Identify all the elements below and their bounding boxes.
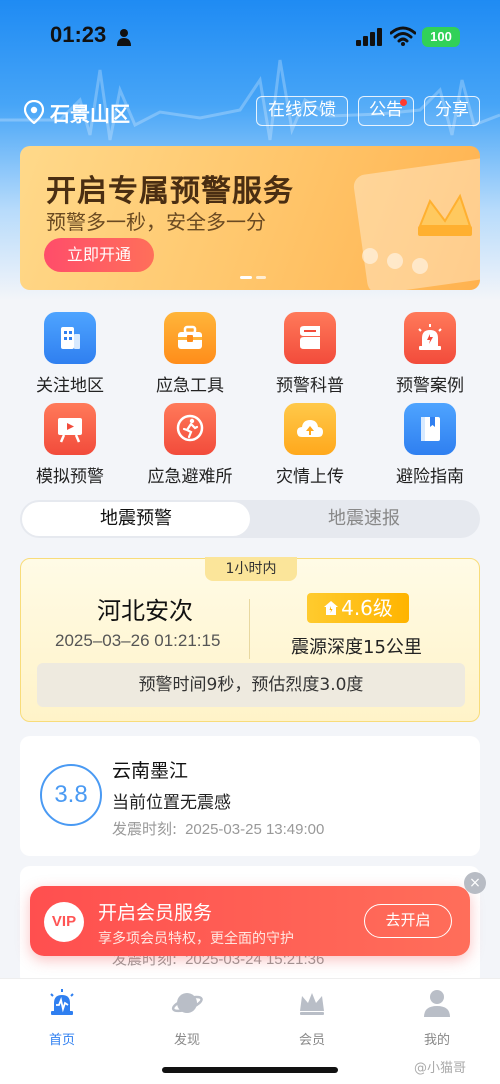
tool-label: 避险指南 [396, 467, 464, 487]
banner-dot-active [240, 276, 252, 279]
activate-now-button[interactable]: 立即开通 [44, 238, 154, 272]
notification-dot [400, 99, 407, 106]
battery-indicator: 100 [422, 27, 460, 47]
nav-label: 会员 [298, 1033, 325, 1048]
toolbox-icon [164, 312, 216, 364]
felt-status: 当前位置无震感 [112, 793, 231, 813]
promo-banner[interactable]: 开启专属预警服务 预警多一秒，安全多一分 立即开通 [20, 146, 480, 290]
quake-location: 云南墨江 [112, 760, 189, 782]
status-time: 01:23 [50, 22, 107, 47]
notice-button[interactable]: 公告 [358, 96, 414, 126]
guide-book-icon [404, 403, 456, 455]
tool-warning-cases[interactable]: 预警案例 [380, 312, 480, 396]
nav-discover[interactable]: 发现 [137, 987, 237, 1048]
time-label: 发震时刻: [112, 820, 178, 838]
divider [249, 599, 250, 659]
tab-earthquake-warning[interactable]: 地震预警 [22, 502, 250, 536]
tool-emergency-tools[interactable]: 应急工具 [140, 312, 240, 396]
time-range-pill: 1小时内 [205, 557, 297, 581]
wifi-icon [390, 26, 416, 46]
nav-label: 发现 [173, 1033, 200, 1048]
nav-home[interactable]: 首页 [12, 987, 112, 1048]
nav-label: 我的 [423, 1033, 450, 1048]
featured-quake-card[interactable]: 1小时内 河北安次 2025–03–26 01:21:15 4.6级 震源深度1… [20, 557, 480, 722]
tool-simulated-warning[interactable]: 模拟预警 [20, 403, 120, 487]
tool-label: 预警案例 [396, 376, 464, 396]
vip-promo-toast[interactable]: VIP 开启会员服务 享多项会员特权，更全面的守护 去开启 [30, 886, 470, 956]
tool-warning-education[interactable]: 预警科普 [260, 312, 360, 396]
banner-dot [256, 276, 266, 279]
tool-label: 预警科普 [276, 376, 344, 396]
vip-badge: VIP [44, 902, 84, 942]
quake-time-row: 发震时刻: 2025-03-25 13:49:00 [112, 818, 324, 839]
person-icon [117, 29, 131, 46]
tool-followed-regions[interactable]: 关注地区 [20, 312, 120, 396]
profile-icon [424, 990, 450, 1017]
building-icon [44, 312, 96, 364]
share-button[interactable]: 分享 [424, 96, 480, 126]
crown-icon [300, 993, 324, 1015]
warning-info: 预警时间9秒，预估烈度3.0度 [37, 663, 465, 707]
banner-pagination [240, 276, 266, 279]
feedback-button[interactable]: 在线反馈 [256, 96, 348, 126]
tool-label: 应急避难所 [147, 467, 233, 487]
bottom-navigation: 首页 发现 会员 我的 @小猫哥 [0, 978, 500, 1084]
location-selector[interactable]: 石景山区 [24, 97, 130, 127]
location-pin-icon [24, 100, 44, 124]
book-icon [284, 312, 336, 364]
tool-label: 应急工具 [156, 376, 224, 396]
alarm-icon [404, 312, 456, 364]
notice-label: 公告 [369, 100, 403, 120]
quake-time: 2025-03-25 13:49:00 [185, 821, 325, 838]
tool-label: 关注地区 [36, 376, 104, 396]
tab-earthquake-report[interactable]: 地震速报 [250, 502, 478, 536]
running-person-icon [164, 403, 216, 455]
tool-label: 模拟预警 [36, 467, 104, 487]
tool-emergency-shelter[interactable]: 应急避难所 [140, 403, 240, 487]
tool-disaster-upload[interactable]: 灾情上传 [260, 403, 360, 487]
close-icon[interactable]: × [464, 872, 486, 894]
vip-title: 开启会员服务 [98, 902, 213, 924]
presentation-icon [44, 403, 96, 455]
tool-safety-guide[interactable]: 避险指南 [380, 403, 480, 487]
home-icon [50, 989, 74, 1015]
vip-subtitle: 享多项会员特权，更全面的守护 [98, 931, 294, 947]
vip-open-button[interactable]: 去开启 [364, 904, 452, 938]
magnitude-circle: 3.8 [40, 764, 102, 826]
status-bar: 01:23 100 [0, 0, 500, 70]
planet-icon [171, 993, 203, 1013]
cloud-upload-icon [284, 403, 336, 455]
quake-depth: 震源深度15公里 [291, 637, 422, 658]
cellular-signal-icon [356, 28, 382, 46]
quake-tabs: 地震预警 地震速报 [20, 500, 480, 538]
nav-profile[interactable]: 我的 [387, 987, 487, 1048]
nav-label: 首页 [48, 1033, 75, 1048]
quake-location: 河北安次 [97, 597, 193, 625]
banner-subtitle: 预警多一秒，安全多一分 [46, 210, 266, 234]
list-item[interactable]: 3.8 云南墨江 当前位置无震感 发震时刻: 2025-03-25 13:49:0… [20, 736, 480, 856]
home-indicator[interactable] [162, 1067, 338, 1073]
house-alert-icon [324, 601, 339, 615]
banner-title: 开启专属预警服务 [46, 174, 294, 209]
vip-card-illustration [353, 158, 480, 290]
location-label: 石景山区 [50, 101, 130, 126]
tool-label: 灾情上传 [276, 467, 344, 487]
quake-time: 2025–03–26 01:21:15 [55, 631, 221, 650]
magnitude-value: 4.6级 [341, 596, 393, 620]
watermark: @小猫哥 [414, 1061, 467, 1076]
nav-membership[interactable]: 会员 [262, 987, 362, 1048]
magnitude-badge: 4.6级 [307, 593, 409, 623]
